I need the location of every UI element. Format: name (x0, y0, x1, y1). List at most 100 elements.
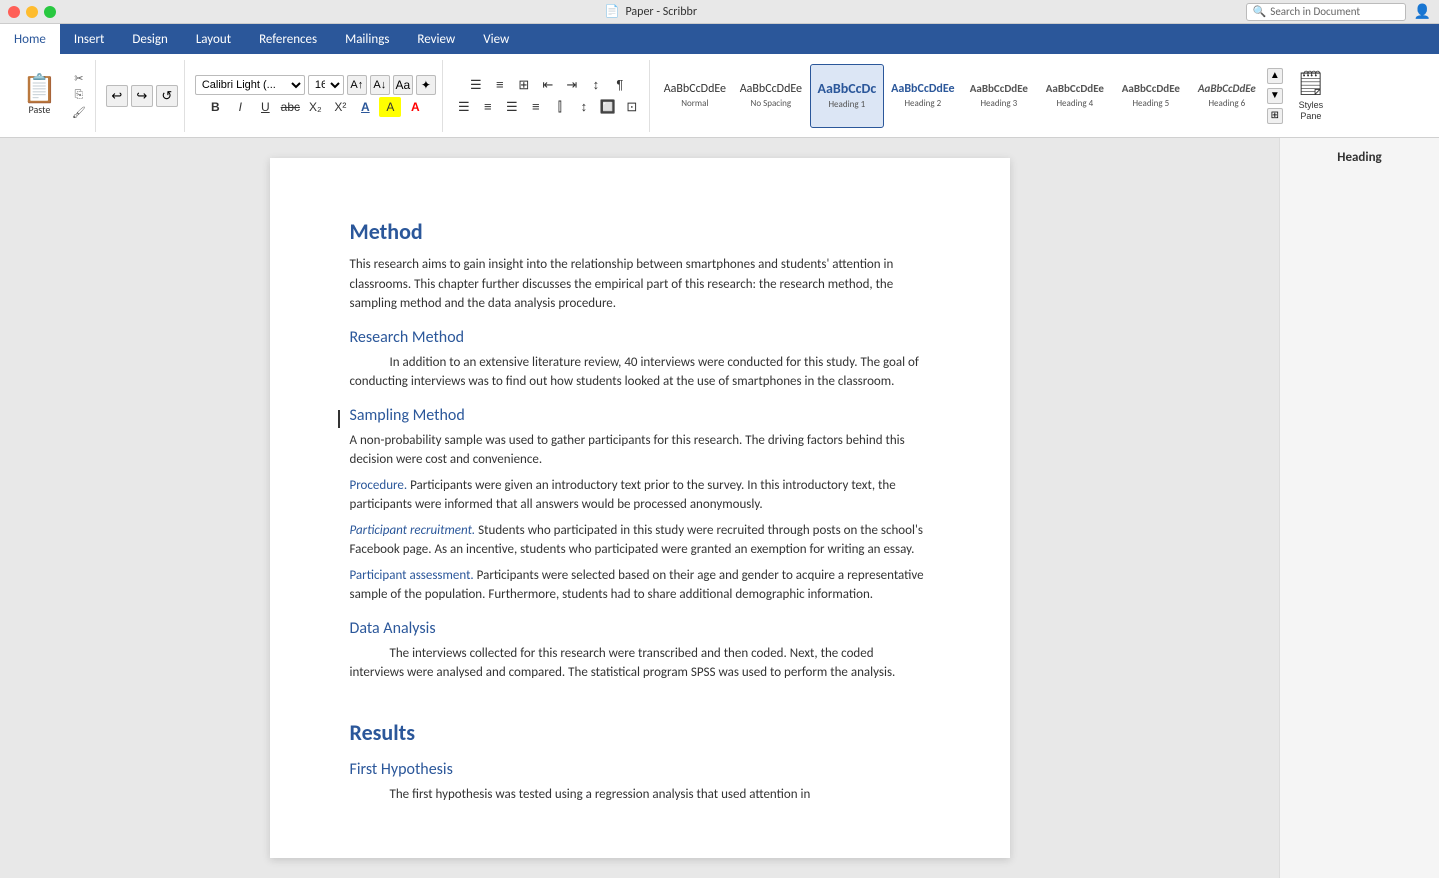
styles-pane-label: StylesPane (1299, 100, 1324, 122)
sort-button[interactable]: ↕ (585, 75, 607, 95)
style-heading2-label: Heading 2 (904, 98, 941, 109)
heading-sampling-method: Sampling Method (350, 406, 930, 425)
paste-label: Paste (29, 103, 51, 116)
main-area: Method This research aims to gain insigh… (0, 138, 1439, 878)
para-row2: ☰ ≡ ☰ ≡ ⫿ ↕ 🔲 ⊡ (453, 97, 643, 117)
para-data-analysis: The interviews collected for this resear… (350, 644, 930, 683)
style-heading5-preview: AaBbCcDdEe (1122, 82, 1180, 95)
inline-heading-procedure: Procedure. (350, 478, 408, 493)
shading-button[interactable]: 🔲 (597, 97, 619, 117)
line-spacing-button[interactable]: ↕ (573, 97, 595, 117)
align-right-button[interactable]: ☰ (501, 97, 523, 117)
cut-button[interactable]: ✂ (69, 71, 89, 86)
menu-insert[interactable]: Insert (60, 24, 119, 54)
doc-icon: 📄 (605, 4, 620, 19)
style-heading4[interactable]: AaBbCcDdEe Heading 4 (1038, 64, 1112, 128)
menu-layout[interactable]: Layout (182, 24, 245, 54)
subscript-button[interactable]: X₂ (304, 97, 326, 117)
search-placeholder: Search in Document (1270, 5, 1360, 18)
columns-button[interactable]: ⫿ (549, 97, 571, 117)
borders-button[interactable]: ⊡ (621, 97, 643, 117)
menu-references[interactable]: References (245, 24, 331, 54)
decrease-indent-button[interactable]: ⇤ (537, 75, 559, 95)
multilevel-button[interactable]: ⊞ (513, 75, 535, 95)
style-heading1[interactable]: AaBbCcDc Heading 1 (810, 64, 884, 128)
style-heading4-preview: AaBbCcDdEe (1046, 82, 1104, 95)
bold-button[interactable]: B (204, 97, 226, 117)
para-first-hypothesis: The first hypothesis was tested using a … (350, 785, 930, 805)
underline-button[interactable]: U (254, 97, 276, 117)
font-shrink-button[interactable]: A↓ (370, 75, 390, 95)
justify-button[interactable]: ≡ (525, 97, 547, 117)
styles-expand-button[interactable]: ⊞ (1267, 108, 1283, 124)
minimize-button[interactable] (26, 6, 38, 18)
font-grow-button[interactable]: A↑ (347, 75, 367, 95)
clear-format-button[interactable]: ✦ (416, 75, 436, 95)
title-text: Paper - Scribbr (625, 5, 697, 19)
document-page: Method This research aims to gain insigh… (270, 158, 1010, 858)
paragraph-section: ☰ ≡ ⊞ ⇤ ⇥ ↕ ¶ ☰ ≡ ☰ ≡ ⫿ ↕ 🔲 ⊡ (447, 60, 650, 132)
para-sampling-method: A non-probability sample was used to gat… (350, 431, 930, 470)
format-painter-button[interactable]: 🖌 (69, 105, 89, 120)
copy-button[interactable]: ⎘ (69, 88, 89, 103)
font-color-button[interactable]: A (404, 97, 426, 117)
show-formatting-button[interactable]: ¶ (609, 75, 631, 95)
style-normal-preview: AaBbCcDdEe (664, 82, 726, 96)
style-normal[interactable]: AaBbCcDdEe Normal (658, 64, 732, 128)
font-color-a-button[interactable]: A (354, 97, 376, 117)
repeat-button[interactable]: ↺ (156, 85, 178, 107)
undo-button[interactable]: ↩ (106, 85, 128, 107)
increase-indent-button[interactable]: ⇥ (561, 75, 583, 95)
style-heading1-label: Heading 1 (828, 99, 865, 110)
italic-button[interactable]: I (229, 97, 251, 117)
style-heading2[interactable]: AaBbCcDdEe Heading 2 (886, 64, 960, 128)
bullets-button[interactable]: ☰ (465, 75, 487, 95)
menubar: Home Insert Design Layout References Mai… (0, 24, 1439, 54)
menu-mailings[interactable]: Mailings (331, 24, 403, 54)
highlight-button[interactable]: A (379, 97, 401, 117)
style-heading3-preview: AaBbCcDdEe (970, 82, 1028, 95)
heading-data-analysis: Data Analysis (350, 619, 930, 638)
menu-view[interactable]: View (469, 24, 523, 54)
menu-design[interactable]: Design (118, 24, 181, 54)
menu-home[interactable]: Home (0, 24, 60, 54)
style-heading3-label: Heading 3 (980, 98, 1017, 109)
style-heading6-preview: AaBbCcDdEe (1198, 82, 1256, 95)
maximize-button[interactable] (44, 6, 56, 18)
menu-review[interactable]: Review (403, 24, 469, 54)
strikethrough-button[interactable]: abc (279, 97, 301, 117)
style-heading6[interactable]: AaBbCcDdEe Heading 6 (1190, 64, 1264, 128)
styles-grid: AaBbCcDdEe Normal AaBbCcDdEe No Spacing … (658, 64, 1284, 128)
style-heading1-preview: AaBbCcDc (817, 81, 876, 98)
style-no-spacing-preview: AaBbCcDdEe (740, 82, 802, 96)
align-center-button[interactable]: ≡ (477, 97, 499, 117)
font-case-button[interactable]: Aa (393, 75, 413, 95)
styles-arrows: ▲ ▼ ⊞ (1266, 64, 1284, 128)
style-heading5[interactable]: AaBbCcDdEe Heading 5 (1114, 64, 1188, 128)
styles-scroll-down-button[interactable]: ▼ (1267, 88, 1283, 104)
styles-scroll-up-button[interactable]: ▲ (1267, 68, 1283, 84)
heading-panel-title: Heading (1288, 150, 1431, 165)
para-research-method: In addition to an extensive literature r… (350, 353, 930, 392)
paste-button[interactable]: 📋 Paste (14, 71, 65, 120)
user-icon[interactable]: 👤 (1414, 3, 1431, 20)
superscript-button[interactable]: X² (329, 97, 351, 117)
text-cursor (338, 410, 340, 428)
numbering-button[interactable]: ≡ (489, 75, 511, 95)
style-no-spacing[interactable]: AaBbCcDdEe No Spacing (734, 64, 808, 128)
clipboard-section: 📋 Paste ✂ ⎘ 🖌 (8, 60, 96, 132)
window-controls[interactable] (8, 6, 56, 18)
font-size-select[interactable]: 16 (308, 75, 344, 95)
close-button[interactable] (8, 6, 20, 18)
redo-button[interactable]: ↪ (131, 85, 153, 107)
inline-heading-participant-assessment: Participant assessment. (350, 568, 474, 583)
align-left-button[interactable]: ☰ (453, 97, 475, 117)
style-heading3[interactable]: AaBbCcDdEe Heading 3 (962, 64, 1036, 128)
heading-research-method: Research Method (350, 328, 930, 347)
search-box[interactable]: 🔍 Search in Document (1246, 3, 1406, 21)
font-section: Calibri Light (... 16 A↑ A↓ Aa ✦ B I U a… (189, 60, 443, 132)
font-row2: B I U abc X₂ X² A A A (204, 97, 426, 117)
content-area[interactable]: Method This research aims to gain insigh… (0, 138, 1279, 878)
styles-pane-button[interactable]: 🗒 StylesPane (1286, 60, 1336, 132)
font-family-select[interactable]: Calibri Light (... (195, 75, 305, 95)
